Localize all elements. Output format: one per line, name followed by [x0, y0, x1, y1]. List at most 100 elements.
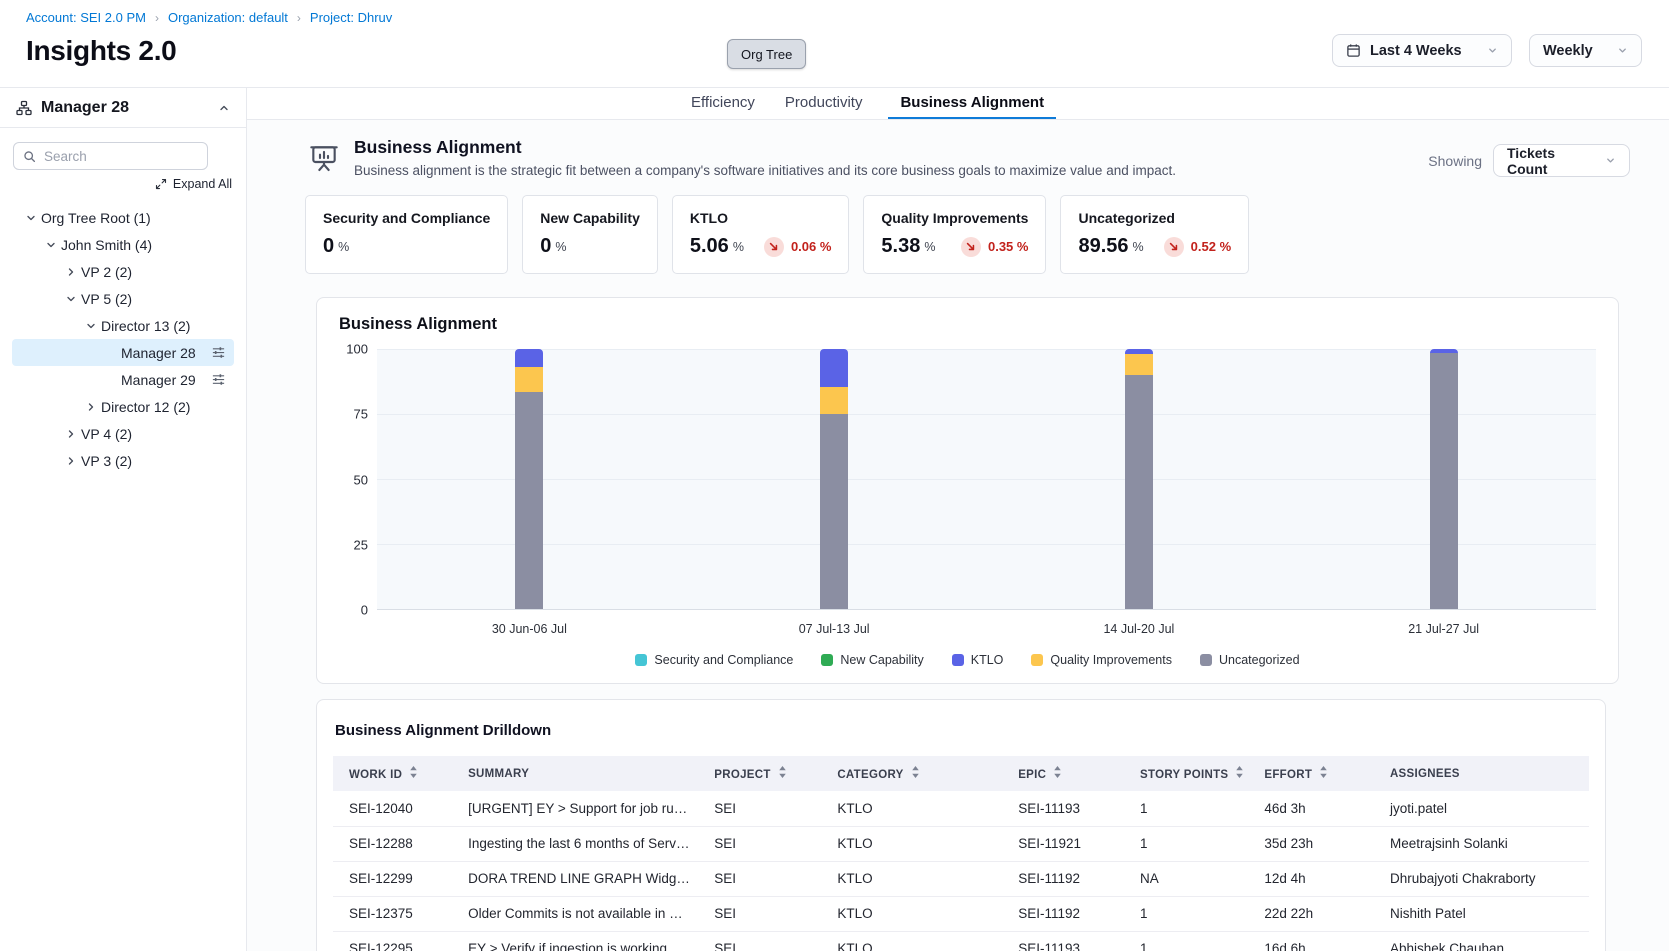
legend-label: Uncategorized [1219, 653, 1300, 667]
tree-item-john-smith-4[interactable]: John Smith (4) [12, 231, 234, 258]
kpi-unit: % [924, 240, 935, 254]
tab-productivity[interactable]: Productivity [781, 88, 867, 119]
x-tick-label: 30 Jun-06 Jul [377, 622, 682, 636]
legend-item-new-capability[interactable]: New Capability [821, 653, 923, 667]
column-header-label: EFFORT [1264, 769, 1312, 781]
chevron-down-icon[interactable] [25, 212, 41, 224]
cell-story-points: NA [1128, 861, 1252, 896]
tree-item-manager-28[interactable]: Manager 28 [12, 339, 234, 366]
sliders-icon[interactable] [211, 345, 226, 360]
kpi-label: New Capability [540, 210, 640, 226]
column-header-label: ASSIGNEES [1390, 768, 1460, 780]
chevron-right-icon[interactable] [65, 455, 81, 467]
table-row[interactable]: SEI-12040[URGENT] EY > Support for job r… [333, 791, 1589, 826]
sort-icon [1312, 766, 1328, 778]
column-header-project[interactable]: PROJECT [702, 756, 825, 791]
sort-icon [904, 766, 920, 778]
cell-epic: SEI-11921 [1006, 826, 1128, 861]
legend-item-ktlo[interactable]: KTLO [952, 653, 1004, 667]
tab-business-alignment[interactable]: Business Alignment [888, 88, 1056, 119]
kpi-value-row: 0% [323, 235, 490, 258]
sort-icon [1228, 766, 1244, 778]
granularity-select[interactable]: Weekly [1529, 34, 1642, 67]
kpi-label: Uncategorized [1078, 210, 1231, 226]
title-row: Insights 2.0 Org Tree Last 4 Weeks Weekl… [26, 34, 1642, 67]
y-tick-label: 75 [354, 407, 368, 422]
chevron-down-icon[interactable] [65, 293, 81, 305]
section-text: Business Alignment Business alignment is… [354, 137, 1176, 178]
chart: 0255075100 30 Jun-06 Jul07 Jul-13 Jul14 … [339, 349, 1596, 636]
tree-item-manager-29[interactable]: Manager 29 [12, 366, 234, 393]
kpi-trend-badge: 0.35 % [941, 237, 1028, 257]
tree-item-label: VP 4 (2) [81, 426, 132, 442]
cell-summary: [URGENT] EY > Support for job run par... [456, 791, 702, 826]
cell-assignees: Meetrajsinh Solanki [1378, 826, 1589, 861]
column-header-epic[interactable]: EPIC [1006, 756, 1128, 791]
table-row[interactable]: SEI-12288Ingesting the last 6 months of … [333, 826, 1589, 861]
tree-item-vp-3-2[interactable]: VP 3 (2) [12, 447, 234, 474]
tree-item-director-12-2[interactable]: Director 12 (2) [12, 393, 234, 420]
kpi-unit: % [733, 240, 744, 254]
tree-item-label: VP 5 (2) [81, 291, 132, 307]
drilldown-table: WORK ID SUMMARYPROJECTCATEGORYEPICSTORY P… [333, 756, 1589, 951]
column-header-story-points[interactable]: STORY POINTS [1128, 756, 1252, 791]
kpi-row: Security and Compliance0%New Capability0… [305, 195, 1669, 274]
period-select[interactable]: Last 4 Weeks [1332, 34, 1512, 67]
breadcrumb-link-account[interactable]: Account: SEI 2.0 PM [26, 10, 146, 25]
kpi-value-row: 89.56%0.52 % [1078, 235, 1231, 258]
chevron-down-icon[interactable] [45, 239, 61, 251]
expand-all-button[interactable]: Expand All [0, 177, 232, 191]
bar-segment-uncategorized [1125, 375, 1153, 609]
period-select-value: Last 4 Weeks [1370, 43, 1462, 59]
chevron-right-icon[interactable] [65, 428, 81, 440]
legend-item-quality-improvements[interactable]: Quality Improvements [1031, 653, 1172, 667]
kpi-card-quality-improvements: Quality Improvements5.38%0.35 % [863, 195, 1046, 274]
legend-item-security-and-compliance[interactable]: Security and Compliance [635, 653, 793, 667]
cell-summary: Ingesting the last 6 months of ServiceN.… [456, 826, 702, 861]
cell-assignees: Nishith Patel [1378, 896, 1589, 931]
legend-swatch [952, 654, 964, 666]
tree-item-org-tree-root-1[interactable]: Org Tree Root (1) [12, 204, 234, 231]
bar-30-jun-06-jul[interactable] [515, 349, 543, 609]
chevron-right-icon[interactable] [65, 266, 81, 278]
chevron-down-icon [1605, 155, 1616, 166]
cell-assignees: Abhishek Chauhan [1378, 931, 1589, 951]
legend-label: New Capability [840, 653, 923, 667]
column-header-category[interactable]: CATEGORY [825, 756, 1006, 791]
bar-segment-quality-improvements [1125, 354, 1153, 375]
chevron-up-icon[interactable] [218, 102, 230, 114]
showing-select[interactable]: Tickets Count [1493, 144, 1630, 177]
bar-segment-quality-improvements [820, 387, 848, 414]
bar-21-jul-27-jul[interactable] [1430, 349, 1458, 609]
column-header-summary: SUMMARY [456, 756, 702, 791]
bar-14-jul-20-jul[interactable] [1125, 349, 1153, 609]
tab-efficiency[interactable]: Efficiency [687, 88, 759, 119]
breadcrumb-link-project[interactable]: Project: Dhruv [310, 10, 392, 25]
table-row[interactable]: SEI-12299DORA TREND LINE GRAPH Widgets i… [333, 861, 1589, 896]
cell-summary: EY > Verify if ingestion is working as e… [456, 931, 702, 951]
org-tree-button[interactable]: Org Tree [727, 39, 806, 69]
column-header-label: WORK ID [349, 769, 402, 781]
tree-item-vp-2-2[interactable]: VP 2 (2) [12, 258, 234, 285]
breadcrumb-separator: › [155, 11, 159, 25]
kpi-card-uncategorized: Uncategorized 89.56%0.52 % [1060, 195, 1249, 274]
chevron-down-icon[interactable] [85, 320, 101, 332]
bar-07-jul-13-jul[interactable] [820, 349, 848, 609]
tree-item-director-13-2[interactable]: Director 13 (2) [12, 312, 234, 339]
sliders-icon[interactable] [211, 372, 226, 387]
cell-category: KTLO [825, 791, 1006, 826]
legend-label: KTLO [971, 653, 1004, 667]
table-row[interactable]: SEI-12375Older Commits is not available … [333, 896, 1589, 931]
chevron-right-icon[interactable] [85, 401, 101, 413]
column-header-effort[interactable]: EFFORT [1252, 756, 1378, 791]
legend-item-uncategorized[interactable]: Uncategorized [1200, 653, 1300, 667]
cell-effort: 16d 6h [1252, 931, 1378, 951]
bar-segment-ktlo [820, 349, 848, 387]
tree-item-vp-5-2[interactable]: VP 5 (2) [12, 285, 234, 312]
search-input[interactable] [44, 149, 198, 164]
tree-item-vp-4-2[interactable]: VP 4 (2) [12, 420, 234, 447]
breadcrumb-link-organization[interactable]: Organization: default [168, 10, 288, 25]
column-header-work-id[interactable]: WORK ID [333, 756, 456, 791]
tree-item-label: John Smith (4) [61, 237, 152, 253]
table-row[interactable]: SEI-12295EY > Verify if ingestion is wor… [333, 931, 1589, 951]
